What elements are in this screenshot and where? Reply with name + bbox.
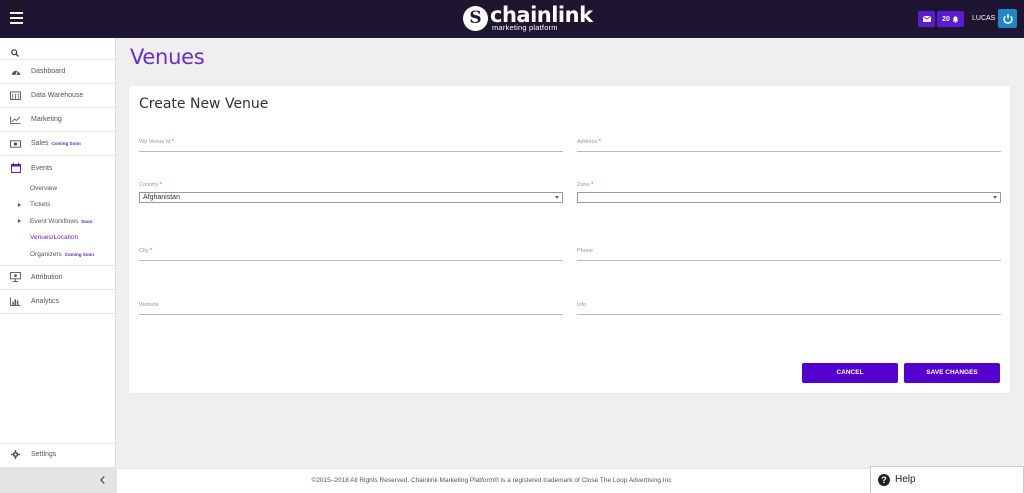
card-title: Create New Venue [139,96,269,112]
coming-soon-badge: Coming Soon [51,141,81,146]
wp-venue-id-input[interactable] [139,142,563,152]
city-input[interactable] [139,251,563,261]
sidebar-item-sales[interactable]: Sales Coming Soon [0,132,115,156]
caret-right-icon [18,202,21,207]
footer-copyright: ©2015–2018 All Rights Reserved. Chainlin… [311,477,672,484]
power-icon [1002,13,1013,24]
sidebar-subitem-event-workflows[interactable]: Event Workflows Soon [0,213,115,230]
sidebar-item-attribution[interactable]: Attribution [0,266,115,290]
coming-soon-badge: Coming Soon [64,251,95,257]
save-changes-button[interactable]: SAVE CHANGES [904,363,1000,383]
sidebar-subitem-overview[interactable]: Overview [0,180,115,197]
hamburger-menu-icon[interactable] [10,12,23,24]
page-title: Venues [130,45,205,69]
tachometer-icon [11,70,20,75]
subitem-label: Event Workflows [30,217,79,225]
logo-mark: S [463,6,488,31]
info-input[interactable] [577,305,1001,315]
subitem-label: Venues/Location [30,234,79,242]
sidebar-item-label: Settings [31,451,57,458]
help-button[interactable]: ? Help [870,466,1024,493]
notifications-count: 20 [942,15,950,23]
sidebar-item-dashboard[interactable]: Dashboard [0,60,115,84]
sidebar-item-marketing[interactable]: Marketing [0,108,115,132]
subitem-label: Overview [30,184,58,192]
sidebar-item-label: Events [31,164,53,172]
soon-badge: Soon [81,218,93,224]
top-bar: S chainlink marketing platform 20 LUCAS [0,0,1024,38]
chevron-left-icon [100,476,105,484]
sidebar-search[interactable] [0,38,115,60]
events-submenu: Overview Tickets Event Workflows Soon Ven… [0,180,115,266]
sidebar-collapse-button[interactable] [0,467,115,493]
line-chart-icon [10,115,21,124]
sidebar-item-label: Data Warehouse [31,92,84,99]
cancel-button[interactable]: CANCEL [802,363,898,383]
subitem-label: Tickets [30,201,51,209]
sidebar-item-settings[interactable]: Settings [0,443,115,465]
country-select-value: Afghanistan [143,194,180,201]
subitem-label: Organizers [30,250,62,258]
sidebar-item-label: Sales [31,140,49,147]
sidebar-item-events[interactable]: Events [0,156,115,180]
create-venue-card: Create New Venue Wp Venue Id * Address *… [129,86,1010,393]
search-icon [11,49,19,57]
user-name[interactable]: LUCAS [972,10,995,28]
question-circle-icon: ? [878,474,890,486]
field-label: Country * [139,182,162,188]
dropdown-arrow-icon [993,196,997,199]
calendar-icon [10,163,21,173]
sidebar-item-label: Analytics [31,297,60,305]
website-input[interactable] [139,305,563,315]
zone-select[interactable] [577,192,1001,203]
gear-icon [11,450,20,459]
money-icon [10,139,21,148]
country-select[interactable]: Afghanistan [139,192,563,203]
mail-button[interactable] [918,11,935,27]
logo-tagline: marketing platform [492,23,558,32]
sidebar-subitem-organizers[interactable]: Organizers Coming Soon [0,246,115,263]
address-input[interactable] [577,142,1001,152]
warehouse-icon [10,91,21,100]
caret-right-icon [18,219,21,223]
field-label: Zone * [577,182,594,188]
bell-icon [952,15,959,23]
sidebar-subitem-venues-location[interactable]: Venues/Location [0,230,115,247]
dropdown-arrow-icon [555,196,559,199]
notifications-button[interactable]: 20 [937,11,964,27]
sidebar: Dashboard Data Warehouse Marketing Sales… [0,38,116,493]
presentation-icon [10,272,21,282]
sidebar-subitem-tickets[interactable]: Tickets [0,197,115,214]
help-label: Help [895,474,916,485]
power-button[interactable] [998,9,1017,28]
envelope-icon [922,16,931,22]
sidebar-item-label: Dashboard [31,68,66,75]
sidebar-item-data-warehouse[interactable]: Data Warehouse [0,84,115,108]
sidebar-item-analytics[interactable]: Analytics [0,290,115,314]
sidebar-item-label: Marketing [31,116,62,123]
bar-chart-icon [10,296,21,306]
phone-input[interactable] [577,251,1001,261]
sidebar-item-label: Attribution [31,273,63,281]
